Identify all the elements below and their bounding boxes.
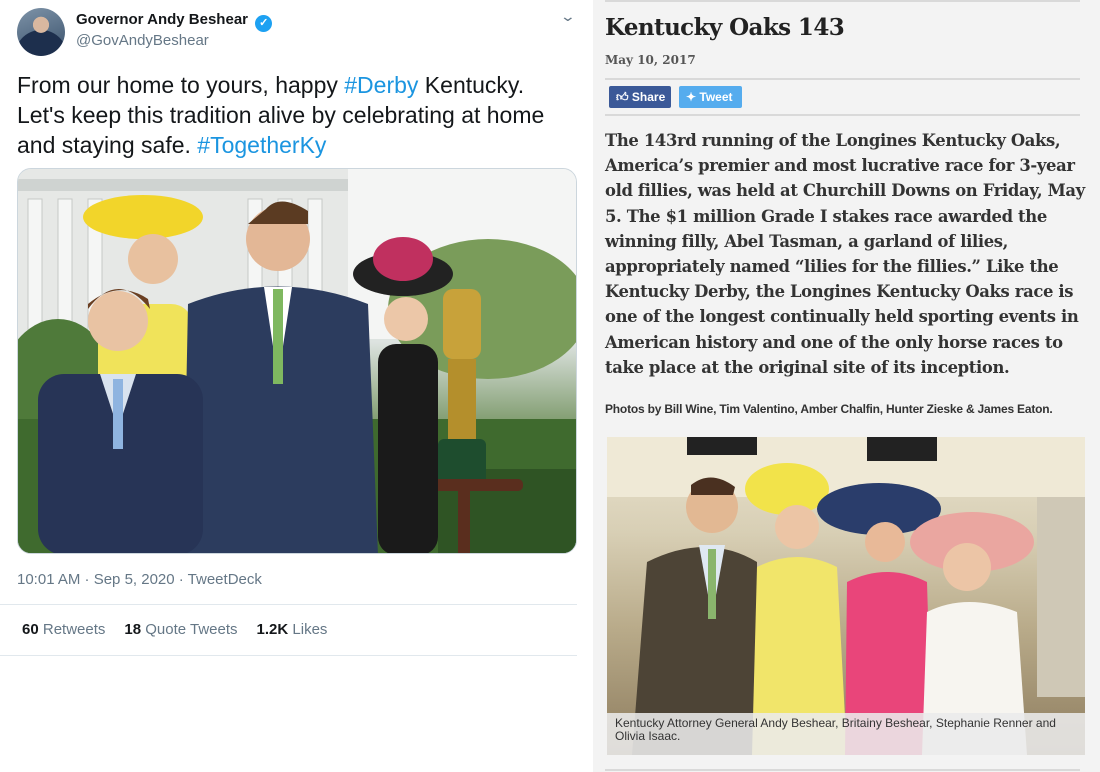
article-date: May 10, 2017 bbox=[605, 53, 696, 67]
author-name-text[interactable]: Governor Andy Beshear bbox=[76, 11, 248, 28]
article-panel: Kentucky Oaks 143 May 10, 2017 👍︎ Share … bbox=[593, 0, 1100, 772]
retweets-count: 60 bbox=[22, 621, 39, 638]
photo-credit: Photos by Bill Wine, Tim Valentino, Ambe… bbox=[605, 402, 1053, 416]
divider bbox=[0, 604, 577, 605]
likes-label: Likes bbox=[292, 621, 328, 638]
divider bbox=[605, 769, 1080, 771]
facebook-share-button[interactable]: 👍︎ Share bbox=[609, 86, 671, 108]
author-name[interactable]: Governor Andy Beshear ✓ bbox=[76, 11, 273, 32]
twitter-tweet-button[interactable]: ✦ Tweet bbox=[679, 86, 742, 108]
family-photo-illustration bbox=[18, 169, 576, 553]
article-body: The 143rd running of the Longines Kentuc… bbox=[605, 131, 1085, 377]
verified-badge-icon: ✓ bbox=[255, 15, 273, 32]
article-title: Kentucky Oaks 143 bbox=[605, 14, 845, 41]
divider bbox=[605, 0, 1080, 2]
tweet-label: Tweet bbox=[699, 90, 733, 104]
chevron-down-icon[interactable]: ⌄ bbox=[560, 8, 576, 25]
hashtag-derby[interactable]: #Derby bbox=[344, 72, 418, 98]
quote-tweets-count: 18 bbox=[124, 621, 142, 638]
divider bbox=[0, 655, 577, 656]
avatar[interactable] bbox=[17, 8, 65, 56]
divider bbox=[605, 78, 1080, 80]
tweet-timestamp[interactable]: 10:01 AM · Sep 5, 2020 · TweetDeck bbox=[17, 571, 262, 588]
retweets-label: Retweets bbox=[42, 621, 106, 638]
share-label: Share bbox=[631, 90, 666, 104]
tweet-text-part: From our home to yours, happy bbox=[17, 72, 345, 98]
divider bbox=[605, 114, 1080, 116]
author-handle[interactable]: @GovAndyBeshear bbox=[76, 32, 209, 49]
likes-stat[interactable]: 1.2K Likes bbox=[257, 621, 328, 638]
hashtag-togetherky[interactable]: #TogetherKy bbox=[197, 132, 326, 158]
tweet-card: Governor Andy Beshear ✓ @GovAndyBeshear … bbox=[0, 0, 593, 772]
tweet-stats: 60 Retweets 18 Quote Tweets 1.2K Likes bbox=[22, 621, 327, 638]
quote-tweets-label: Quote Tweets bbox=[145, 621, 238, 638]
tweet-text: From our home to yours, happy #Derby Ken… bbox=[17, 70, 577, 160]
likes-count: 1.2K bbox=[256, 621, 289, 638]
oaks-photo-illustration bbox=[607, 437, 1085, 755]
tweet-photo[interactable] bbox=[17, 168, 577, 554]
thumbs-up-icon: 👍︎ bbox=[616, 90, 629, 104]
quote-tweets-stat[interactable]: 18 Quote Tweets bbox=[124, 621, 237, 638]
twitter-bird-icon: ✦ bbox=[686, 90, 697, 104]
photo-caption: Kentucky Attorney General Andy Beshear, … bbox=[607, 713, 1085, 755]
retweets-stat[interactable]: 60 Retweets bbox=[22, 621, 105, 638]
article-photo[interactable] bbox=[607, 437, 1085, 755]
